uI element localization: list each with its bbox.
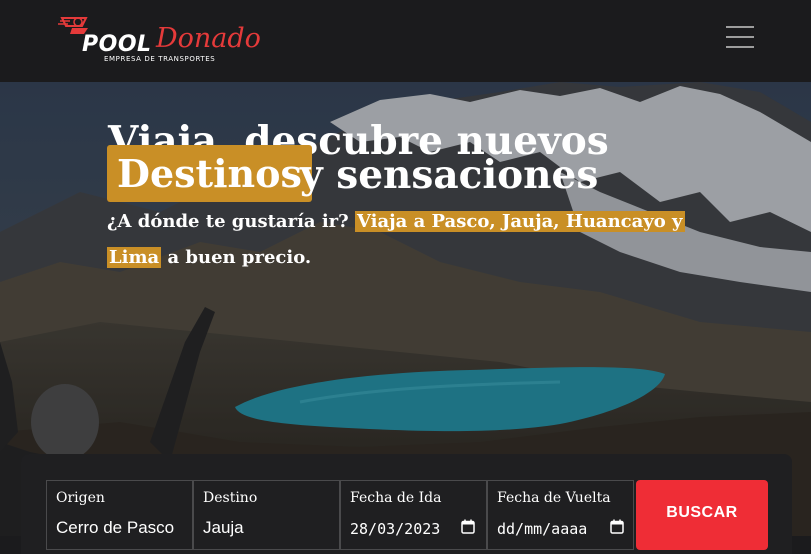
search-button[interactable]: BUSCAR bbox=[636, 480, 768, 550]
destination-label: Destino bbox=[203, 490, 258, 506]
menu-line bbox=[726, 36, 754, 38]
origin-field[interactable]: Origen Cerro de Pasco bbox=[46, 480, 193, 550]
departure-date-input[interactable]: 28/03/2023 bbox=[350, 520, 440, 538]
brand-name-donado: Donado bbox=[156, 23, 261, 54]
return-date-field[interactable]: Fecha de Vuelta dd/mm/aaaa bbox=[487, 480, 634, 550]
calendar-icon[interactable] bbox=[461, 519, 475, 534]
origin-label: Origen bbox=[56, 490, 105, 506]
return-date-input[interactable]: dd/mm/aaaa bbox=[497, 520, 587, 538]
trip-search-form: Origen Cerro de Pasco Destino Jauja Fech… bbox=[46, 480, 768, 550]
calendar-icon[interactable] bbox=[610, 519, 624, 534]
brand-tagline: EMPRESA DE TRANSPORTES bbox=[104, 55, 216, 63]
hero-subtitle-destinations: Viaja a Pasco, Jauja, Huancayo y bbox=[354, 211, 685, 232]
departure-date-label: Fecha de Ida bbox=[350, 490, 442, 506]
menu-line bbox=[726, 26, 754, 28]
hero-heading-rest: y sensaciones bbox=[300, 152, 599, 198]
destination-field[interactable]: Destino Jauja bbox=[193, 480, 340, 550]
hero-subtitle-lima: Lima bbox=[107, 247, 162, 268]
return-date-label: Fecha de Vuelta bbox=[497, 490, 611, 506]
hero-highlight-destinos: Destinos bbox=[107, 145, 312, 202]
menu-line bbox=[726, 46, 754, 48]
origin-select[interactable]: Cerro de Pasco bbox=[56, 518, 188, 538]
brand-logo[interactable]: POOL Donado EMPRESA DE TRANSPORTES bbox=[58, 12, 268, 68]
hero-subtitle-line1: ¿A dónde te gustaría ir? Viaja a Pasco, … bbox=[107, 211, 685, 232]
destination-select[interactable]: Jauja bbox=[203, 518, 335, 538]
hero-subtitle-question: ¿A dónde te gustaría ir? bbox=[107, 211, 349, 232]
navbar: POOL Donado EMPRESA DE TRANSPORTES bbox=[0, 0, 811, 82]
hamburger-menu-icon[interactable] bbox=[726, 26, 754, 48]
brand-name-pool: POOL bbox=[82, 32, 152, 57]
hero-subtitle-suffix: a buen precio. bbox=[167, 247, 312, 268]
departure-date-field[interactable]: Fecha de Ida 28/03/2023 bbox=[340, 480, 487, 550]
hero-subtitle-line2: Lima a buen precio. bbox=[107, 247, 311, 268]
